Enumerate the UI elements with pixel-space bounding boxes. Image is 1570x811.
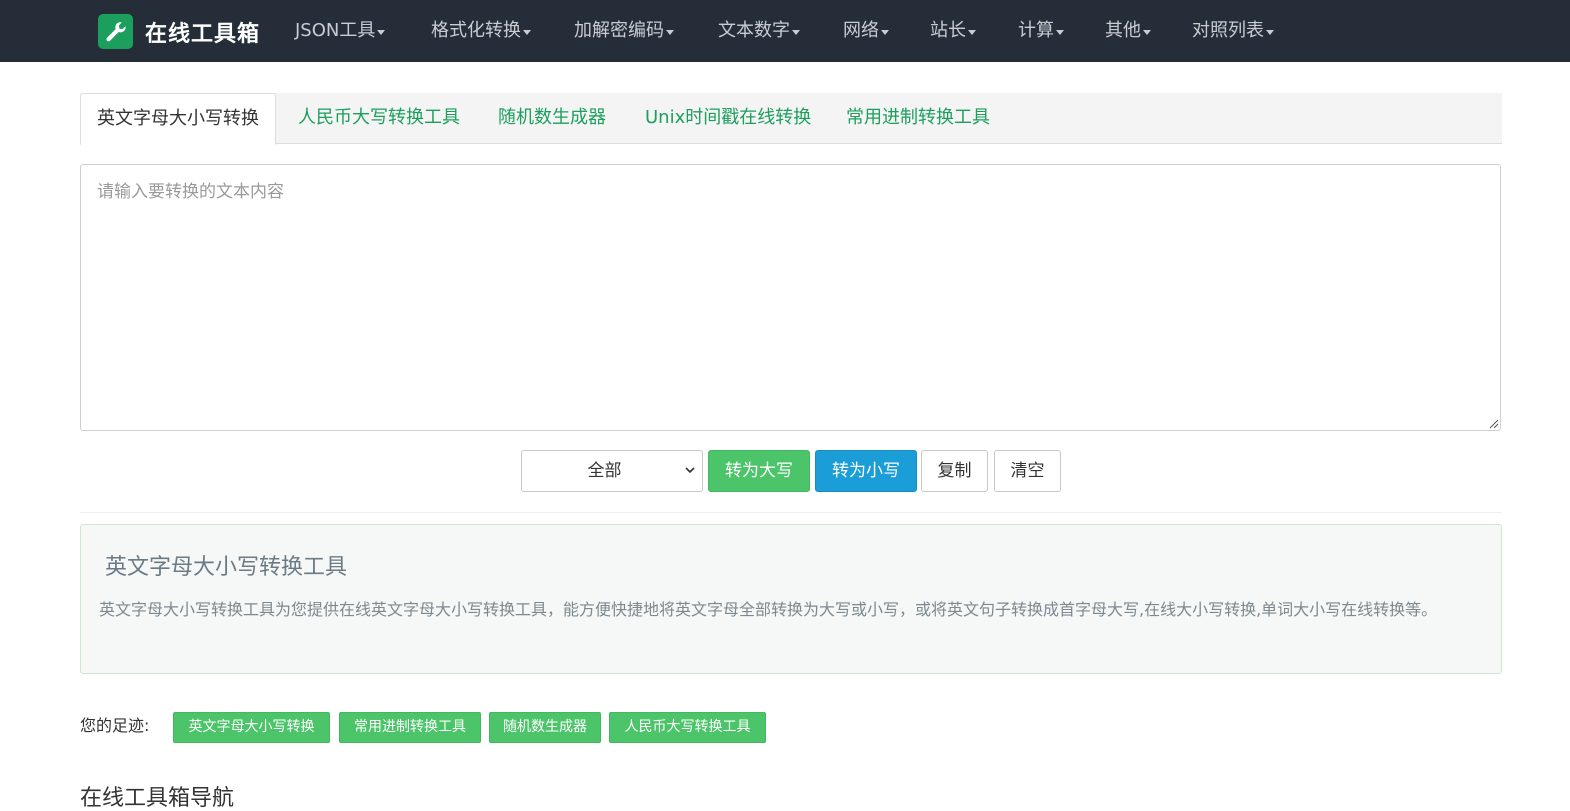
nav-label: JSON工具	[295, 20, 376, 41]
brand-name: 在线工具箱	[145, 21, 261, 47]
nav-encrypt-encode[interactable]: 加解密编码	[574, 0, 674, 62]
top-navbar: 在线工具箱 JSON工具 格式化转换 加解密编码 文本数字 网络 站长 计算 其…	[0, 0, 1570, 62]
nav-label: 加解密编码	[574, 20, 664, 41]
nav-other[interactable]: 其他	[1105, 0, 1151, 62]
caret-down-icon	[523, 29, 531, 35]
nav-label: 文本数字	[718, 20, 790, 41]
tab-rmb-uppercase[interactable]: 人民币大写转换工具	[298, 93, 460, 144]
footprint-tag[interactable]: 人民币大写转换工具	[609, 712, 766, 743]
nav-label: 格式化转换	[431, 20, 521, 41]
caret-down-icon	[1143, 29, 1151, 35]
caret-down-icon	[792, 29, 800, 35]
tab-base-convert[interactable]: 常用进制转换工具	[846, 93, 990, 144]
nav-reference-lists[interactable]: 对照列表	[1192, 0, 1274, 62]
nav-label: 对照列表	[1192, 20, 1264, 41]
wrench-icon	[98, 14, 133, 49]
caret-down-icon	[968, 29, 976, 35]
to-uppercase-button[interactable]: 转为大写	[708, 450, 810, 492]
text-input[interactable]	[80, 164, 1501, 431]
brand-link[interactable]: 在线工具箱	[98, 14, 260, 49]
resize-grip-icon[interactable]	[1487, 417, 1499, 429]
caret-down-icon	[1056, 29, 1064, 35]
chevron-down-icon	[685, 467, 695, 474]
copy-button[interactable]: 复制	[921, 450, 988, 492]
caret-down-icon	[666, 29, 674, 35]
case-mode-select[interactable]: 全部	[521, 450, 703, 492]
nav-webmaster[interactable]: 站长	[930, 0, 976, 62]
tab-unix-timestamp[interactable]: Unix时间戳在线转换	[645, 93, 811, 144]
tab-case-convert[interactable]: 英文字母大小写转换	[80, 93, 276, 145]
nav-calculate[interactable]: 计算	[1018, 0, 1064, 62]
nav-text-numbers[interactable]: 文本数字	[718, 0, 800, 62]
tool-info-panel: 英文字母大小写转换工具 英文字母大小写转换工具为您提供在线英文字母大小写转换工具…	[80, 524, 1502, 674]
tool-tabs: 英文字母大小写转换 人民币大写转换工具 随机数生成器 Unix时间戳在线转换 常…	[80, 93, 1502, 145]
caret-down-icon	[377, 29, 386, 35]
caret-down-icon	[881, 29, 889, 35]
info-description: 英文字母大小写转换工具为您提供在线英文字母大小写转换工具，能方便快捷地将英文字母…	[99, 600, 1438, 619]
nav-label: 计算	[1018, 20, 1054, 41]
tab-random-number[interactable]: 随机数生成器	[498, 93, 606, 144]
footprint-tag[interactable]: 随机数生成器	[489, 712, 601, 743]
footprints-label: 您的足迹:	[80, 716, 150, 735]
nav-network[interactable]: 网络	[843, 0, 889, 62]
select-value: 全部	[587, 461, 622, 481]
caret-down-icon	[1266, 29, 1274, 35]
nav-label: 站长	[930, 20, 966, 41]
nav-json-tools[interactable]: JSON工具	[295, 0, 386, 62]
divider	[80, 512, 1502, 513]
section-heading: 在线工具箱导航	[80, 786, 235, 811]
footprint-tag[interactable]: 英文字母大小写转换	[173, 712, 330, 743]
nav-format-convert[interactable]: 格式化转换	[431, 0, 531, 62]
to-lowercase-button[interactable]: 转为小写	[815, 450, 917, 492]
nav-label: 网络	[843, 20, 879, 41]
info-title: 英文字母大小写转换工具	[105, 555, 348, 580]
nav-label: 其他	[1105, 20, 1141, 41]
clear-button[interactable]: 清空	[994, 450, 1061, 492]
footprint-tag[interactable]: 常用进制转换工具	[339, 712, 481, 743]
